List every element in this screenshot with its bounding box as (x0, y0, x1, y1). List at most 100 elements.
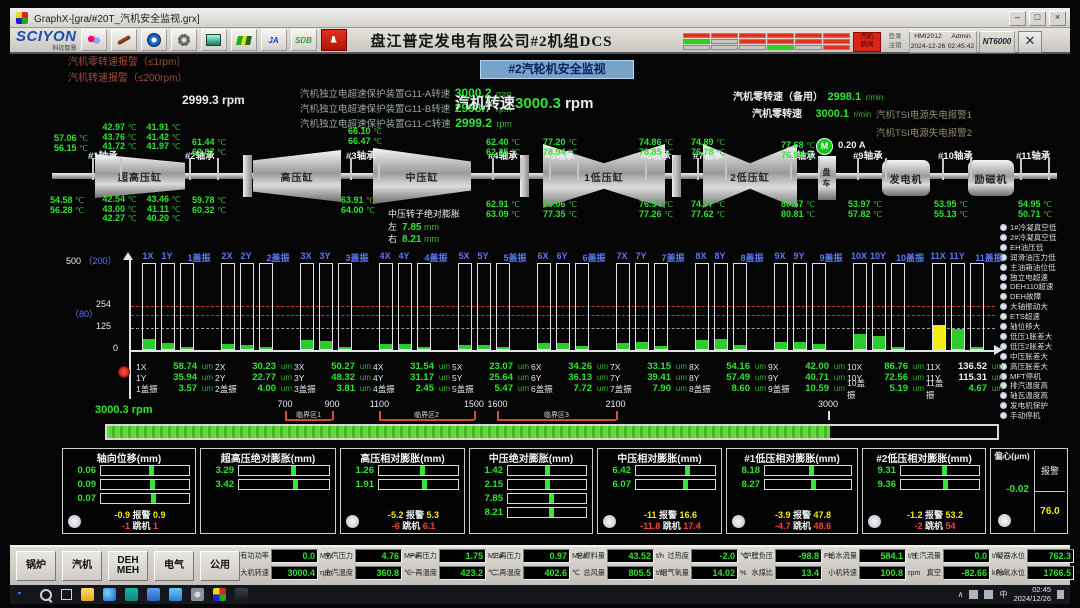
network-icon[interactable] (969, 590, 978, 599)
bearing-housing-mark (549, 158, 551, 180)
panel-高压相对膨胀(mm): 高压相对膨胀(mm)1.261.91-5.2 报警 5.3-6 跳机 6.1 (340, 448, 465, 534)
vibration-bar-6x (537, 263, 551, 350)
vibration-value-group: 4X31.54um4Y31.17um4盖振2.45um (373, 361, 450, 394)
speed-progress-bar (105, 424, 999, 440)
bearing-temps-top: 61.44 ℃62.07 ℃ (192, 138, 226, 157)
alarm-grid-cell (683, 45, 710, 50)
bar-group-labels: 10X10Y10盖振 (850, 251, 934, 261)
eccentricity-value: -0.02 (993, 484, 1031, 495)
browser-icon[interactable] (103, 588, 116, 601)
reading-value-box: 4.76 (355, 549, 402, 563)
toolbar: SCIYON 科远智慧 JASDB 盘江普定发电有限公司#2机组DCS 汽机 跳… (10, 28, 1070, 54)
toolbar-close-button[interactable]: ✕ (1018, 31, 1042, 53)
books-icon[interactable] (231, 29, 257, 51)
reading-column: 二再压力0.97MPa二再温度402.6℃ (490, 548, 574, 580)
alarm-grid-cell (823, 33, 850, 38)
graphx-app-icon (16, 12, 28, 24)
y-trip-label: 254 (96, 300, 111, 310)
status-lamp-icon (1000, 323, 1007, 330)
reading-row: 凝器水位762.3mm (994, 548, 1078, 563)
alarm-grid-cell (823, 45, 850, 50)
clock-icon[interactable] (141, 29, 167, 51)
users-icon[interactable] (81, 29, 107, 51)
panel-title: #2低压相对膨胀(mm) (866, 450, 982, 463)
panel-轴向位移(mm): 轴向位移(mm)0.060.090.07-0.9 报警 0.9-1 跳机 1 (62, 448, 196, 534)
ja-icon[interactable]: JA (261, 29, 287, 51)
notification-icon[interactable] (1057, 590, 1064, 599)
turbine-trip-indicator[interactable]: 汽机 跳闸 (853, 32, 881, 52)
tab-电气[interactable]: 电气 (154, 551, 194, 581)
gauge-bar (900, 465, 980, 476)
mail-icon[interactable] (147, 588, 160, 601)
tab-汽机[interactable]: 汽机 (62, 551, 102, 581)
vibration-bar-7cover (654, 263, 668, 350)
terminal-icon[interactable] (235, 588, 248, 601)
status-lamp-icon (1000, 333, 1007, 340)
reading-row: 一再压力1.75MPa (406, 548, 490, 563)
session-time: 02:45:42 (946, 42, 976, 52)
task-view-icon[interactable] (61, 589, 72, 600)
vibration-bar-9y (793, 263, 807, 350)
vibration-bar-11y (951, 263, 965, 350)
maximize-button[interactable]: □ (1029, 11, 1046, 26)
sdb-icon[interactable]: SDB (291, 29, 317, 51)
tray-chevron-icon[interactable]: ∧ (958, 590, 964, 599)
tab-公用[interactable]: 公用 (200, 551, 240, 581)
bearing-temps-bottom: 74.77 ℃77.62 ℃ (691, 200, 725, 219)
file-explorer-icon[interactable] (81, 588, 94, 601)
gauge-bar (378, 465, 459, 476)
status-lamp-icon (1000, 264, 1007, 271)
tsi-alarm-2: 汽机TSI电源失电报警2 (876, 129, 972, 139)
photos-icon[interactable] (169, 588, 182, 601)
alarm-grid-cell (767, 39, 794, 44)
reading-row: 炉膛负压-98.8Pa (742, 548, 826, 563)
x-axis-arrow (994, 345, 1008, 355)
tab-锅炉[interactable]: 锅炉 (16, 551, 56, 581)
bearing-housing-mark (492, 158, 494, 180)
graphx-icon[interactable] (213, 588, 226, 601)
session-nav[interactable]: 登录 注销 (884, 32, 906, 50)
start-icon[interactable] (18, 592, 24, 598)
tab-DEHMEH[interactable]: DEH MEH (108, 551, 148, 581)
vibration-bar-4x (379, 263, 393, 350)
hmi-id: HMI2012 (910, 32, 946, 42)
panel-超高压绝对膨胀(mm): 超高压绝对膨胀(mm)3.293.42 (200, 448, 336, 534)
bearing-housing-mark (217, 158, 219, 180)
store-icon[interactable] (125, 588, 138, 601)
bearing-housing-mark (520, 158, 522, 180)
panel-title: 轴向位移(mm) (66, 450, 192, 463)
vibration-bar-4cover (417, 263, 431, 350)
minimize-button[interactable]: – (1009, 11, 1026, 26)
search-icon[interactable] (40, 589, 52, 601)
reading-value-box: 0.97 (523, 549, 570, 563)
gear-icon[interactable] (171, 29, 197, 51)
input-language-indicator[interactable]: 中 (999, 589, 1007, 600)
monitor-icon[interactable] (201, 29, 227, 51)
vibration-bar-6y (556, 263, 570, 350)
gauge-row: 7.85 (475, 493, 587, 504)
status-lamp-icon (1000, 224, 1007, 231)
reading-row: 真空-82.66kPa (910, 565, 994, 580)
alarm-bell-icon[interactable] (321, 29, 347, 51)
tools-icon[interactable] (111, 29, 137, 51)
speed-tick-label: 3000 (810, 399, 846, 409)
gauge-bar (238, 465, 330, 476)
reading-row: 一再温度423.2℃ (406, 565, 490, 580)
vibration-value-group: 5X23.07um5Y25.64um5盖振5.47um (452, 361, 529, 394)
volume-icon[interactable] (984, 590, 993, 599)
reading-column: 主汽流量0.0t/h真空-82.66kPa (910, 548, 994, 580)
taskbar-clock[interactable]: 02:45 2024/12/26 (1013, 586, 1051, 603)
reading-value-box: -82.66 (943, 566, 990, 580)
reading-value-box: 0.0 (943, 549, 990, 563)
company-title: 盘江普定发电有限公司#2机组DCS (371, 30, 613, 51)
bearing-temps-bottom: 54.95 ℃50.71 ℃ (1018, 200, 1052, 219)
settings-icon[interactable] (191, 588, 204, 601)
gauge-bar (764, 465, 852, 476)
gauge-row: 1.42 (475, 465, 587, 476)
close-button[interactable]: × (1049, 11, 1066, 26)
vibration-value-group: 1X58.74um1Y35.94um1盖振3.57um (136, 361, 213, 394)
reading-value-box: 43.52 (607, 549, 654, 563)
vibration-bar-3x (300, 263, 314, 350)
panel-limits: -1.2 报警 53.2-2 跳机 54 (866, 510, 982, 532)
main-speed-readout: 汽机转速3000.3 rpm (455, 96, 593, 113)
